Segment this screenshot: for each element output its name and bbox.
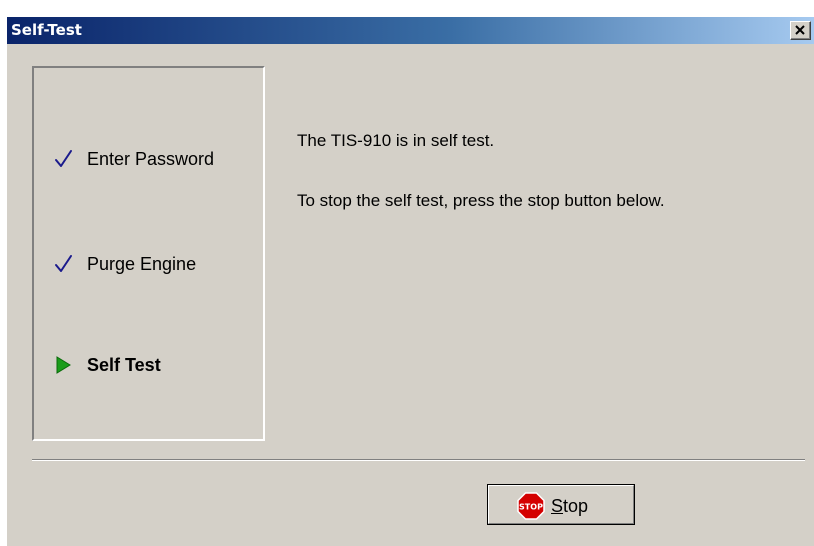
step-label: Enter Password (87, 149, 215, 169)
status-message: The TIS-910 is in self test. (297, 131, 495, 150)
stop-mnemonic: S (551, 496, 564, 516)
close-icon (795, 25, 805, 35)
divider (32, 459, 805, 461)
title-bar[interactable]: Self-Test (7, 17, 814, 44)
window-title: Self-Test (11, 21, 82, 39)
instruction-message: To stop the self test, press the stop bu… (297, 191, 665, 210)
close-button[interactable] (790, 21, 811, 40)
stop-button[interactable]: STOP Stop (487, 484, 635, 525)
checkmark-icon (54, 147, 74, 171)
checkmark-icon (54, 252, 74, 276)
step-label: Purge Engine (87, 254, 197, 274)
stop-label-rest: top (563, 496, 589, 516)
current-step-arrow-icon (54, 353, 74, 377)
self-test-dialog: Self-Test Enter Password Purge Engine Se… (7, 17, 814, 546)
stop-sign-text: STOP (519, 503, 543, 512)
step-label: Self Test (87, 355, 161, 375)
stop-button-face: STOP Stop (488, 485, 634, 524)
stop-button-label: Stop (551, 496, 588, 516)
steps-panel: Enter Password Purge Engine Self Test (32, 66, 265, 441)
stop-sign-icon: STOP (517, 492, 545, 520)
